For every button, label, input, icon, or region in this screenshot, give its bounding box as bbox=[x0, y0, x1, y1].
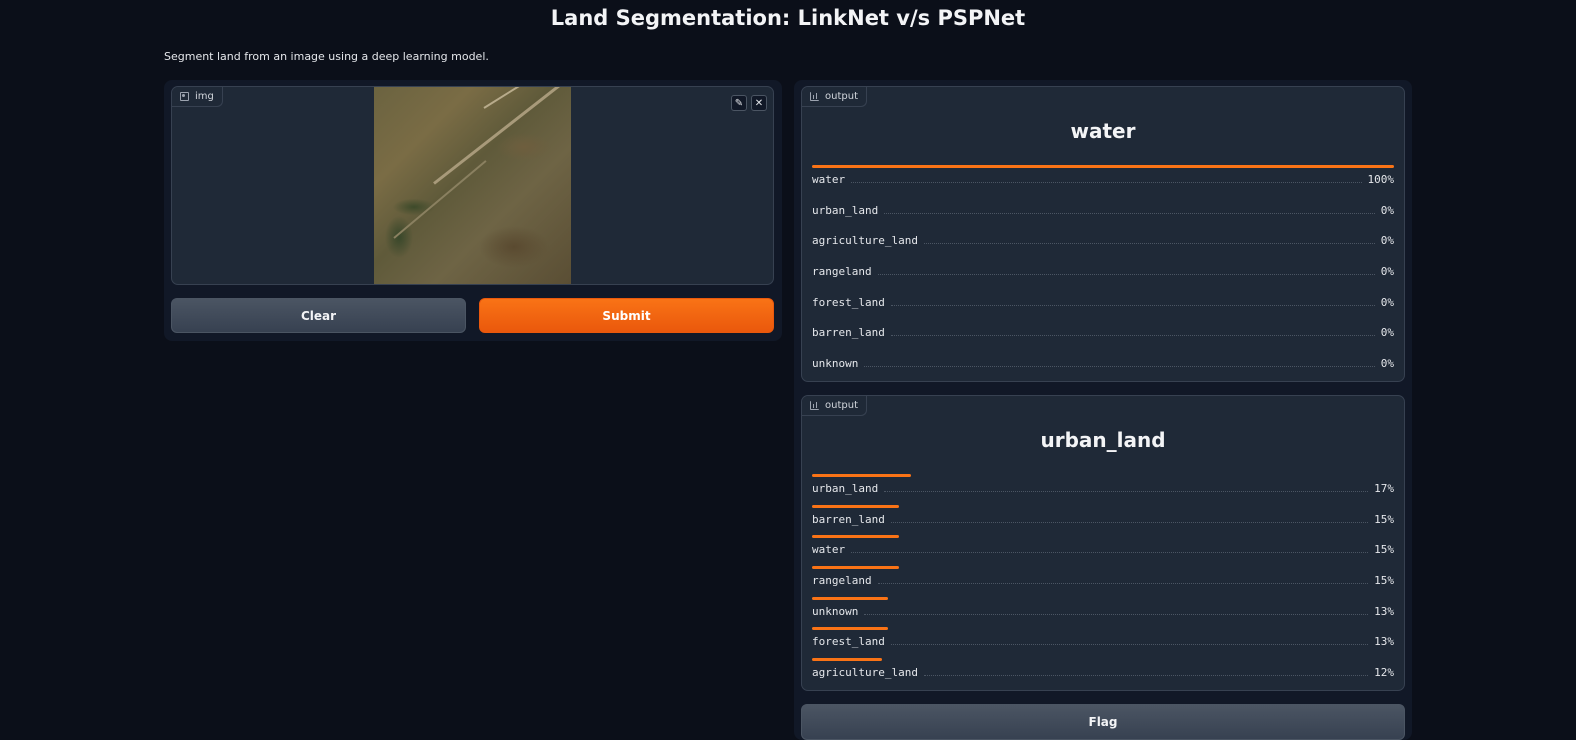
flag-button[interactable]: Flag bbox=[801, 704, 1405, 740]
clear-button[interactable]: Clear bbox=[171, 298, 466, 333]
confidence-bar bbox=[812, 165, 1394, 168]
confidence-value: 13% bbox=[1374, 635, 1394, 649]
chart-icon bbox=[810, 401, 819, 410]
edit-button[interactable]: ✎ bbox=[731, 95, 747, 111]
confidence-value: 0% bbox=[1380, 357, 1394, 371]
dotted-leader bbox=[890, 521, 1369, 523]
confidence-value: 12% bbox=[1374, 666, 1394, 680]
confidence-value: 15% bbox=[1374, 512, 1394, 526]
confidence-value: 0% bbox=[1380, 203, 1394, 217]
confidence-row: agriculture_land 0% bbox=[812, 226, 1394, 257]
class-label: barren_land bbox=[812, 512, 885, 526]
confidence-list: water 100% urban_land 0% agriculture_land 0% r… bbox=[812, 165, 1394, 380]
confidence-value: 15% bbox=[1374, 543, 1394, 557]
dotted-leader bbox=[884, 491, 1369, 492]
confidence-bar bbox=[812, 504, 899, 508]
class-label: forest_land bbox=[812, 635, 885, 649]
output-top-label: urban_land bbox=[1040, 428, 1166, 452]
class-label: urban_land bbox=[812, 203, 879, 217]
dotted-leader bbox=[923, 675, 1369, 677]
confidence-value: 0% bbox=[1380, 295, 1394, 309]
image-icon bbox=[180, 92, 189, 101]
confidence-value: 13% bbox=[1374, 604, 1394, 618]
class-label: barren_land bbox=[812, 326, 885, 340]
confidence-row: agriculture_land 12% bbox=[812, 658, 1394, 689]
output-top-label: water bbox=[1070, 119, 1136, 143]
class-label: rangeland bbox=[812, 574, 872, 588]
dotted-leader bbox=[890, 304, 1375, 306]
confidence-row: rangeland 15% bbox=[812, 566, 1394, 597]
confidence-row: urban_land 17% bbox=[812, 474, 1394, 505]
dotted-leader bbox=[877, 274, 1375, 276]
class-label: unknown bbox=[812, 357, 859, 371]
class-label: agriculture_land bbox=[812, 666, 918, 680]
confidence-row: barren_land 15% bbox=[812, 504, 1394, 536]
pencil-icon: ✎ bbox=[734, 97, 744, 109]
image-tag-label: img bbox=[195, 91, 214, 102]
class-label: water bbox=[812, 543, 846, 557]
confidence-row: water 100% bbox=[812, 165, 1394, 196]
dotted-leader bbox=[851, 182, 1362, 183]
output-tag: output bbox=[802, 396, 867, 416]
confidence-bar bbox=[812, 566, 899, 570]
confidence-bar bbox=[812, 596, 888, 600]
output-tag-label: output bbox=[825, 400, 858, 411]
confidence-row: unknown 13% bbox=[812, 596, 1394, 628]
dotted-leader bbox=[884, 212, 1375, 214]
confidence-bar bbox=[812, 474, 911, 477]
output-label-pspnet: output urban_land urban_land 17% barren_la… bbox=[801, 395, 1405, 691]
confidence-value: 0% bbox=[1380, 234, 1394, 248]
output-tag: output bbox=[802, 87, 867, 107]
confidence-bar bbox=[812, 658, 882, 662]
class-label: water bbox=[812, 173, 846, 186]
dotted-leader bbox=[851, 552, 1369, 554]
image-input[interactable]: img ✎ ✕ bbox=[171, 86, 774, 285]
class-label: unknown bbox=[812, 604, 859, 618]
confidence-list: urban_land 17% barren_land 15% water 15% range… bbox=[812, 474, 1394, 689]
chart-icon bbox=[810, 92, 819, 101]
input-panel: img ✎ ✕ Clear Submit bbox=[164, 80, 782, 341]
confidence-bar bbox=[812, 535, 899, 539]
page-description: Segment land from an image using a deep … bbox=[164, 50, 489, 63]
confidence-row: barren_land 0% bbox=[812, 318, 1394, 349]
confidence-row: rangeland 0% bbox=[812, 257, 1394, 288]
class-label: urban_land bbox=[812, 482, 879, 495]
remove-image-button[interactable]: ✕ bbox=[751, 95, 767, 111]
confidence-row: forest_land 0% bbox=[812, 288, 1394, 319]
confidence-row: water 15% bbox=[812, 535, 1394, 566]
satellite-image bbox=[374, 87, 571, 284]
output-panel: output water water 100% urban_land 0% agricu… bbox=[794, 80, 1412, 740]
page-title: Land Segmentation: LinkNet v/s PSPNet bbox=[550, 6, 1026, 30]
output-tag-label: output bbox=[825, 91, 858, 102]
dotted-leader bbox=[864, 366, 1375, 368]
confidence-value: 0% bbox=[1380, 265, 1394, 279]
confidence-row: urban_land 0% bbox=[812, 196, 1394, 227]
submit-button[interactable]: Submit bbox=[479, 298, 774, 333]
output-label-linknet: output water water 100% urban_land 0% agricu… bbox=[801, 86, 1405, 382]
dotted-leader bbox=[890, 644, 1369, 646]
confidence-row: forest_land 13% bbox=[812, 627, 1394, 658]
confidence-row: unknown 0% bbox=[812, 349, 1394, 380]
confidence-value: 100% bbox=[1367, 173, 1395, 186]
image-tag: img bbox=[172, 87, 223, 107]
confidence-bar bbox=[812, 627, 888, 631]
dotted-leader bbox=[877, 583, 1369, 585]
class-label: agriculture_land bbox=[812, 234, 918, 248]
class-label: rangeland bbox=[812, 265, 872, 279]
dotted-leader bbox=[864, 613, 1369, 615]
confidence-value: 15% bbox=[1374, 574, 1394, 588]
dotted-leader bbox=[923, 243, 1375, 245]
close-icon: ✕ bbox=[754, 97, 764, 109]
confidence-value: 0% bbox=[1380, 326, 1394, 340]
dotted-leader bbox=[890, 335, 1375, 337]
class-label: forest_land bbox=[812, 295, 885, 309]
confidence-value: 17% bbox=[1374, 482, 1394, 495]
